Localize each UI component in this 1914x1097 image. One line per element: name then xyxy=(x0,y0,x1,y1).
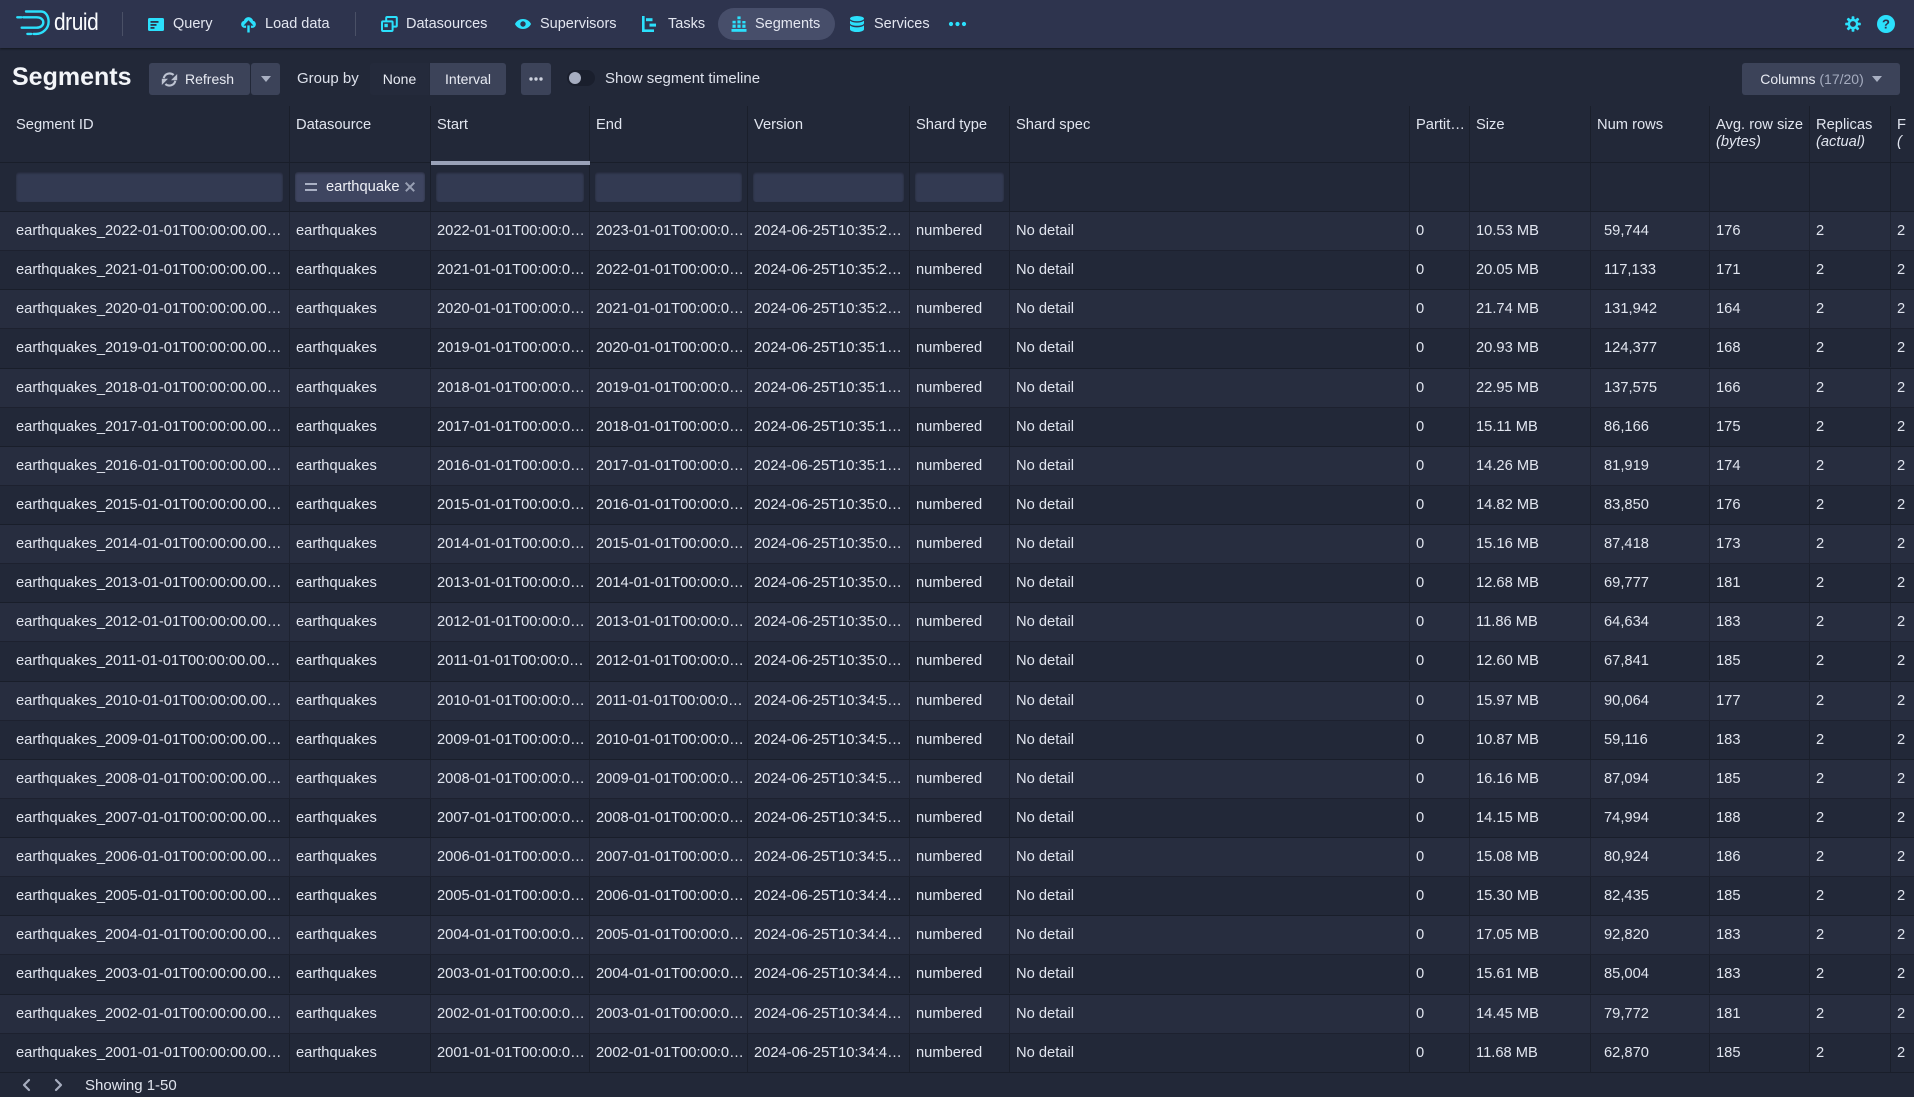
svg-text:?: ? xyxy=(1882,16,1890,31)
